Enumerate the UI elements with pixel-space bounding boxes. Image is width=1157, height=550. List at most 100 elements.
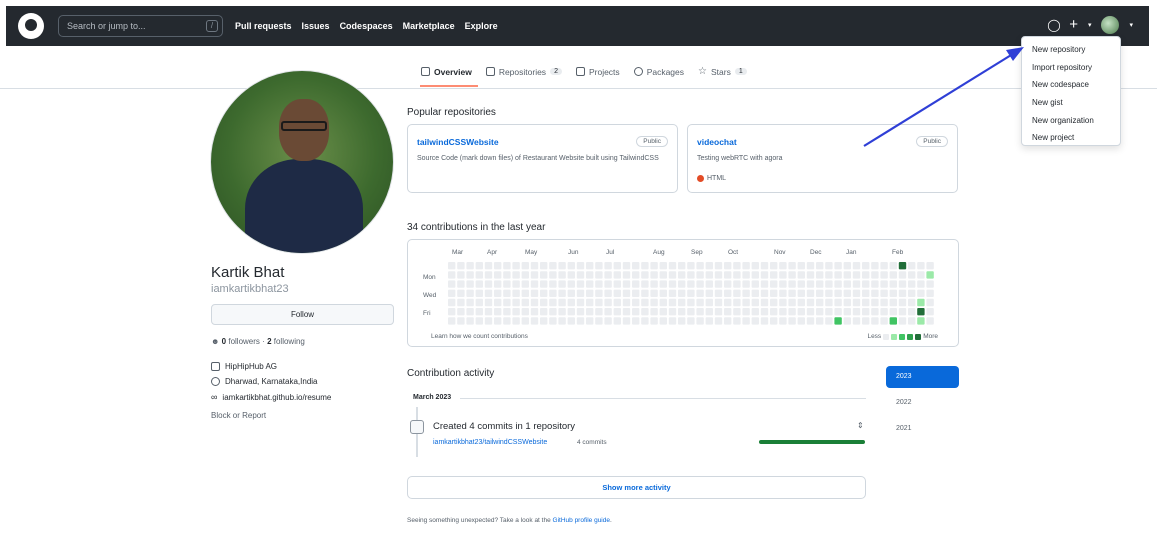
contribution-cell[interactable] bbox=[871, 289, 879, 297]
contribution-cell[interactable] bbox=[806, 308, 815, 316]
contribution-cell[interactable] bbox=[678, 280, 686, 288]
contribution-cell[interactable] bbox=[816, 317, 824, 325]
contribution-cell[interactable] bbox=[586, 280, 594, 288]
contribution-cell[interactable] bbox=[613, 308, 621, 316]
contribution-cell[interactable] bbox=[521, 298, 529, 307]
contribution-cell[interactable] bbox=[678, 308, 686, 316]
contribution-cell[interactable] bbox=[797, 317, 805, 325]
year-button-2021[interactable]: 2021 bbox=[886, 418, 959, 444]
contribution-cell[interactable] bbox=[852, 308, 861, 316]
contribution-cell[interactable] bbox=[595, 298, 603, 307]
contribution-cell[interactable] bbox=[668, 317, 677, 325]
contribution-cell[interactable] bbox=[576, 271, 585, 279]
contribution-cell[interactable] bbox=[908, 298, 916, 307]
contribution-cell[interactable] bbox=[687, 280, 695, 288]
contribution-cell[interactable] bbox=[825, 298, 833, 307]
contribution-cell[interactable] bbox=[549, 298, 557, 307]
contribution-cell[interactable] bbox=[687, 289, 695, 297]
contribution-cell[interactable] bbox=[549, 271, 557, 279]
contribution-cell[interactable] bbox=[788, 271, 796, 279]
contribution-cell[interactable] bbox=[880, 289, 888, 297]
contribution-cell[interactable] bbox=[622, 280, 631, 288]
contribution-cell[interactable] bbox=[668, 289, 677, 297]
contribution-cell[interactable] bbox=[816, 280, 824, 288]
contribution-cell[interactable] bbox=[696, 298, 704, 307]
contribution-cell[interactable] bbox=[549, 308, 557, 316]
contribution-cell[interactable] bbox=[512, 280, 520, 288]
contribution-cell[interactable] bbox=[825, 317, 833, 325]
contribution-cell[interactable] bbox=[567, 298, 575, 307]
contribution-cell[interactable] bbox=[843, 271, 851, 279]
contribution-cell[interactable] bbox=[733, 280, 741, 288]
commit-count-link[interactable]: 4 commits bbox=[577, 439, 607, 446]
contribution-cell[interactable] bbox=[632, 289, 640, 297]
contribution-cell[interactable] bbox=[659, 280, 667, 288]
menu-item-new-organization[interactable]: New organization bbox=[1022, 112, 1120, 130]
contribution-cell[interactable] bbox=[779, 262, 787, 270]
nav-issues[interactable]: Issues bbox=[302, 21, 330, 31]
contribution-cell[interactable] bbox=[751, 262, 759, 270]
contribution-cell[interactable] bbox=[558, 289, 566, 297]
contribution-cell[interactable] bbox=[724, 298, 732, 307]
contribution-cell[interactable] bbox=[687, 271, 695, 279]
contribution-cell[interactable] bbox=[632, 280, 640, 288]
contribution-cell[interactable] bbox=[908, 280, 916, 288]
contribution-cell[interactable] bbox=[714, 317, 723, 325]
contribution-cell[interactable] bbox=[742, 298, 750, 307]
menu-item-new-project[interactable]: New project bbox=[1022, 129, 1120, 147]
contribution-cell[interactable] bbox=[788, 298, 796, 307]
contribution-cell[interactable] bbox=[779, 317, 787, 325]
contribution-cell[interactable] bbox=[604, 289, 612, 297]
contribution-cell[interactable] bbox=[889, 280, 897, 288]
contribution-cell[interactable] bbox=[586, 298, 594, 307]
contribution-cell[interactable] bbox=[797, 298, 805, 307]
contribution-cell[interactable] bbox=[604, 317, 612, 325]
contribution-cell[interactable] bbox=[724, 271, 732, 279]
contribution-cell[interactable] bbox=[862, 289, 870, 297]
block-report-link[interactable]: Block or Report bbox=[211, 411, 266, 420]
contribution-cell[interactable] bbox=[475, 271, 483, 279]
contribution-cell[interactable] bbox=[604, 271, 612, 279]
contribution-cell[interactable] bbox=[917, 262, 925, 270]
contribution-cell[interactable] bbox=[714, 262, 723, 270]
contribution-cell[interactable] bbox=[540, 280, 548, 288]
contribution-cell[interactable] bbox=[908, 262, 916, 270]
contribution-cell[interactable] bbox=[779, 289, 787, 297]
contribution-cell[interactable] bbox=[751, 308, 759, 316]
contribution-cell[interactable] bbox=[760, 289, 769, 297]
contribution-cell[interactable] bbox=[558, 262, 566, 270]
contribution-cell[interactable] bbox=[558, 280, 566, 288]
contribution-cell[interactable] bbox=[816, 289, 824, 297]
contribution-cell[interactable] bbox=[484, 317, 493, 325]
contribution-cell[interactable] bbox=[641, 308, 649, 316]
contribution-cell[interactable] bbox=[889, 298, 897, 307]
follow-button[interactable]: Follow bbox=[211, 304, 394, 325]
contribution-cell[interactable] bbox=[668, 308, 677, 316]
contribution-cell[interactable] bbox=[494, 289, 502, 297]
contribution-cell[interactable] bbox=[751, 280, 759, 288]
contribution-cell[interactable] bbox=[908, 308, 916, 316]
contribution-cell[interactable] bbox=[530, 308, 539, 316]
contribution-cell[interactable] bbox=[632, 298, 640, 307]
contribution-cell[interactable] bbox=[871, 271, 879, 279]
contribution-cell[interactable] bbox=[926, 289, 934, 297]
contribution-cell[interactable] bbox=[558, 308, 566, 316]
contribution-cell[interactable] bbox=[760, 262, 769, 270]
contribution-cell[interactable] bbox=[696, 308, 704, 316]
contribution-cell[interactable] bbox=[714, 298, 723, 307]
contribution-cell[interactable] bbox=[595, 308, 603, 316]
contribution-cell[interactable] bbox=[659, 298, 667, 307]
contribution-cell[interactable] bbox=[558, 317, 566, 325]
contribution-cell[interactable] bbox=[834, 308, 842, 316]
contribution-cell[interactable] bbox=[622, 308, 631, 316]
contribution-cell[interactable] bbox=[530, 298, 539, 307]
contribution-cell[interactable] bbox=[797, 289, 805, 297]
year-button-2023[interactable]: 2023 bbox=[886, 366, 959, 388]
contribution-cell[interactable] bbox=[668, 271, 677, 279]
contribution-cell[interactable] bbox=[576, 262, 585, 270]
contribution-cell[interactable] bbox=[687, 317, 695, 325]
contribution-cell[interactable] bbox=[898, 262, 907, 270]
contribution-cell[interactable] bbox=[475, 289, 483, 297]
contribution-cell[interactable] bbox=[484, 280, 493, 288]
contribution-cell[interactable] bbox=[852, 298, 861, 307]
